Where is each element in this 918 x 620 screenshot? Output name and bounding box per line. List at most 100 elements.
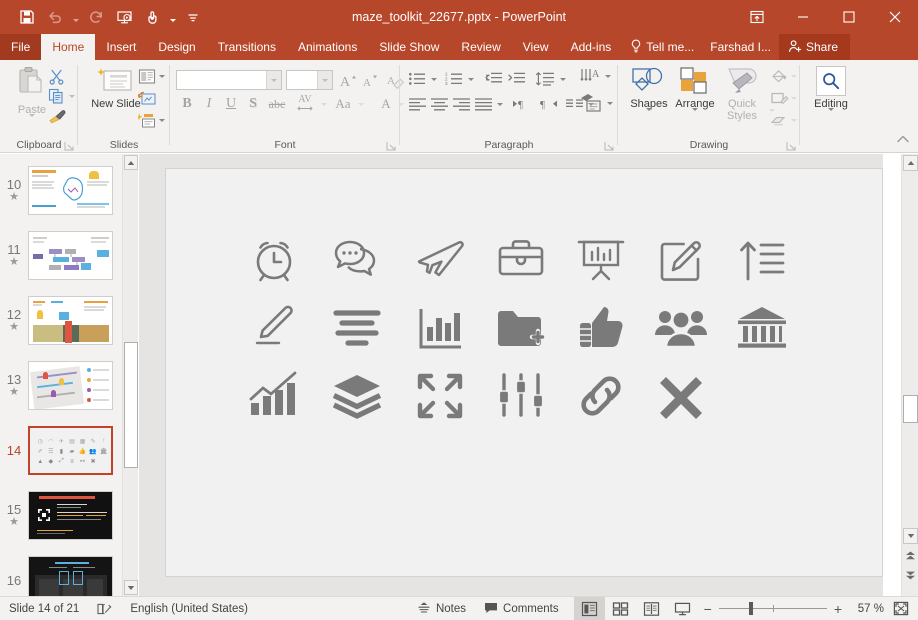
tab-view[interactable]: View — [512, 34, 560, 60]
layout-dropdown-caret[interactable] — [156, 66, 167, 86]
maximize-icon[interactable] — [826, 0, 872, 34]
decrease-font-size-button[interactable]: A — [360, 70, 380, 90]
line-spacing-button[interactable] — [533, 69, 557, 89]
thumbnail-slide-11[interactable]: 11 ★ — [0, 223, 122, 288]
section-button[interactable] — [136, 110, 157, 130]
undo-icon[interactable] — [42, 4, 68, 30]
slide-thumbnail-panel[interactable]: 10 ★ 11 ★ 12 ★ 13 ★ 14 ◷ ◠ ✈ ▤ ▦ ✎ ↑ ✐ ☰… — [0, 154, 122, 596]
thumbnail-scroll-up-button[interactable] — [124, 155, 138, 170]
thumbnail-image[interactable] — [28, 556, 113, 596]
zoom-slider-handle[interactable] — [748, 602, 753, 615]
tab-insert[interactable]: Insert — [95, 34, 147, 60]
underline-button[interactable]: U — [222, 94, 240, 114]
tab-file[interactable]: File — [0, 34, 42, 60]
format-painter-button[interactable] — [46, 107, 68, 126]
zoom-in-button[interactable]: + — [834, 602, 842, 616]
bar-chart-icon[interactable] — [409, 297, 471, 359]
pencil-icon[interactable] — [243, 297, 305, 359]
current-slide[interactable] — [165, 168, 883, 577]
edit-square-icon[interactable] — [650, 229, 712, 291]
accessibility-checker-icon[interactable] — [88, 597, 121, 620]
align-left-button[interactable] — [406, 94, 428, 114]
layers-icon[interactable] — [326, 365, 388, 427]
collapse-ribbon-button[interactable] — [896, 131, 910, 149]
thumbnail-slide-13[interactable]: 13 ★ — [0, 353, 122, 418]
change-case-dropdown-caret[interactable] — [355, 94, 366, 114]
notes-button[interactable]: Notes — [408, 597, 475, 620]
customize-quick-access-icon[interactable] — [180, 4, 206, 30]
new-slide-button[interactable]: New Slide — [90, 66, 142, 110]
normal-view-button[interactable] — [573, 596, 605, 620]
editing-dropdown-caret[interactable] — [828, 108, 834, 123]
slide-sorter-view-button[interactable] — [605, 597, 636, 620]
thumbs-up-icon[interactable] — [570, 297, 632, 359]
justify-dropdown-caret[interactable] — [494, 94, 505, 114]
text-shadow-button[interactable]: S — [244, 94, 262, 114]
arrange-dropdown-caret[interactable] — [692, 108, 698, 123]
airplane-icon[interactable] — [409, 229, 471, 291]
editing-button[interactable]: Editing — [809, 66, 853, 123]
scroll-up-button[interactable] — [903, 155, 918, 171]
thumbnail-slide-14[interactable]: 14 ◷ ◠ ✈ ▤ ▦ ✎ ↑ ✐ ☰ ▮ ▰ 👍 👥 🏛 ▲ ◆ ⤢ ≡ ⚯… — [0, 418, 122, 483]
font-name-combo[interactable] — [176, 70, 282, 90]
sliders-icon[interactable] — [490, 365, 552, 427]
people-group-icon[interactable] — [650, 297, 712, 359]
drawing-dialog-launcher[interactable] — [786, 139, 797, 151]
copy-button[interactable] — [46, 87, 66, 106]
undo-dropdown-caret[interactable] — [70, 4, 81, 30]
tab-design[interactable]: Design — [147, 34, 206, 60]
quick-styles-button[interactable]: Quick Styles — [718, 66, 766, 122]
bank-building-icon[interactable] — [731, 297, 793, 359]
line-spacing-dropdown-caret[interactable] — [557, 69, 568, 89]
chat-bubbles-icon[interactable] — [326, 229, 388, 291]
shapes-dropdown-caret[interactable] — [646, 108, 652, 123]
thumbnail-slide-16[interactable]: 16 — [0, 548, 122, 596]
shape-effects-dropdown-caret[interactable] — [788, 110, 799, 130]
character-spacing-button[interactable]: AV — [292, 92, 318, 114]
account-name[interactable]: Farshad I... — [702, 34, 779, 60]
thumbnail-image[interactable] — [28, 491, 113, 540]
shape-fill-dropdown-caret[interactable] — [788, 66, 799, 86]
thumbnail-image[interactable] — [28, 231, 113, 280]
thumbnail-image[interactable] — [28, 296, 113, 345]
touch-mode-dropdown-caret[interactable] — [167, 4, 178, 30]
increase-indent-button[interactable] — [505, 69, 527, 89]
scroll-down-button[interactable] — [903, 528, 918, 544]
next-slide-button[interactable] — [904, 568, 917, 582]
font-size-combo[interactable] — [286, 70, 333, 90]
slide-position-indicator[interactable]: Slide 14 of 21 — [0, 597, 88, 620]
left-to-right-button[interactable]: ¶ — [510, 94, 534, 114]
thumbnail-scrollbar-thumb[interactable] — [124, 342, 138, 468]
bullets-dropdown-caret[interactable] — [428, 69, 439, 89]
thumbnail-image[interactable] — [28, 361, 113, 410]
tell-me-search[interactable]: Tell me... — [622, 34, 702, 60]
close-icon[interactable] — [872, 0, 918, 34]
folder-add-icon[interactable] — [490, 297, 552, 359]
change-case-button[interactable]: Aa — [331, 94, 355, 114]
cut-button[interactable] — [46, 67, 66, 86]
clipboard-dialog-launcher[interactable] — [64, 139, 75, 151]
zoom-out-button[interactable]: − — [704, 602, 712, 616]
font-color-button[interactable]: A — [377, 94, 395, 114]
tab-transitions[interactable]: Transitions — [207, 34, 287, 60]
align-right-button[interactable] — [450, 94, 472, 114]
numbering-button[interactable]: 123 — [443, 69, 465, 89]
italic-button[interactable]: I — [200, 94, 218, 114]
smartart-dropdown-caret[interactable] — [604, 90, 615, 116]
font-size-dropdown-caret[interactable] — [317, 71, 332, 89]
convert-to-smartart-button[interactable] — [578, 90, 604, 116]
tab-slide-show[interactable]: Slide Show — [368, 34, 450, 60]
alarm-clock-icon[interactable] — [243, 229, 305, 291]
sort-ascending-icon[interactable] — [731, 229, 793, 291]
save-icon[interactable] — [14, 4, 40, 30]
text-direction-dropdown-caret[interactable] — [602, 65, 613, 87]
redo-icon[interactable] — [83, 4, 109, 30]
close-x-icon[interactable] — [650, 365, 712, 427]
text-direction-button[interactable]: A — [578, 65, 602, 87]
align-center-icon[interactable] — [326, 297, 388, 359]
arrange-button[interactable]: Arrange — [673, 66, 717, 123]
comments-button[interactable]: Comments — [475, 597, 568, 620]
zoom-slider[interactable] — [718, 602, 827, 615]
thumbnail-scrollbar[interactable] — [122, 154, 138, 596]
thumbnail-slide-12[interactable]: 12 ★ — [0, 288, 122, 353]
